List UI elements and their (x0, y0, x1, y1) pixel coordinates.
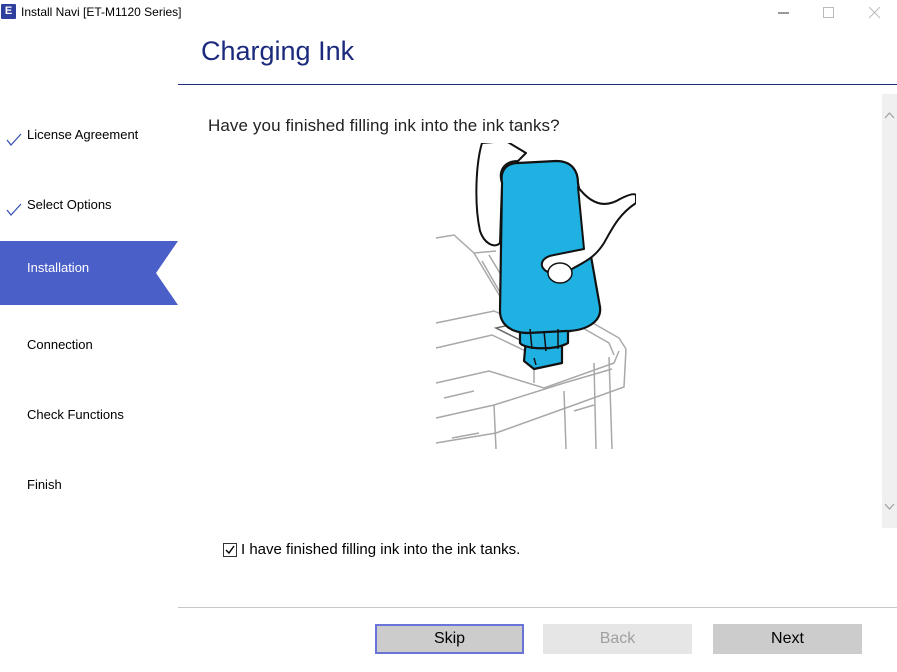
confirm-checkbox-label[interactable]: I have finished filling ink into the ink… (241, 541, 520, 558)
scroll-down-icon[interactable] (882, 500, 897, 514)
step-license-agreement: License Agreement (0, 105, 178, 169)
scroll-up-icon[interactable] (882, 108, 897, 122)
step-label: License Agreement (27, 127, 139, 142)
maximize-button[interactable] (806, 0, 852, 25)
confirm-checkbox[interactable] (223, 543, 237, 557)
app-icon: E (1, 4, 16, 19)
step-label: Select Options (27, 197, 112, 212)
close-button[interactable] (852, 0, 897, 25)
vertical-scrollbar[interactable] (882, 94, 897, 528)
back-button[interactable]: Back (543, 624, 692, 654)
step-select-options: Select Options (0, 175, 178, 239)
next-button[interactable]: Next (713, 624, 862, 654)
header-divider (178, 84, 897, 85)
title-bar: E Install Navi [ET-M1120 Series] (0, 0, 897, 25)
checkmark-icon (6, 133, 22, 147)
minimize-icon (778, 12, 789, 14)
window-title: Install Navi [ET-M1120 Series] (21, 5, 182, 19)
close-icon (869, 7, 881, 19)
step-label: Connection (27, 337, 93, 352)
step-label: Check Functions (27, 407, 124, 422)
page-title: Charging Ink (201, 36, 355, 66)
ink-bottle-illustration (435, 143, 636, 450)
step-label: Finish (27, 477, 62, 492)
checkmark-icon (225, 545, 235, 555)
minimize-button[interactable] (761, 0, 807, 25)
active-step-pointer (156, 241, 178, 305)
question-text: Have you finished filling ink into the i… (208, 116, 560, 135)
maximize-icon (823, 7, 834, 18)
step-installation: Installation (0, 241, 178, 305)
step-check-functions: Check Functions (0, 385, 178, 449)
step-connection: Connection (0, 315, 178, 379)
checkmark-icon (6, 203, 22, 217)
skip-button[interactable]: Skip (375, 624, 524, 654)
step-label: Installation (27, 260, 90, 275)
steps-sidebar: License Agreement Select Options Install… (0, 95, 178, 545)
step-finish: Finish (0, 455, 178, 519)
footer-divider (178, 607, 897, 608)
